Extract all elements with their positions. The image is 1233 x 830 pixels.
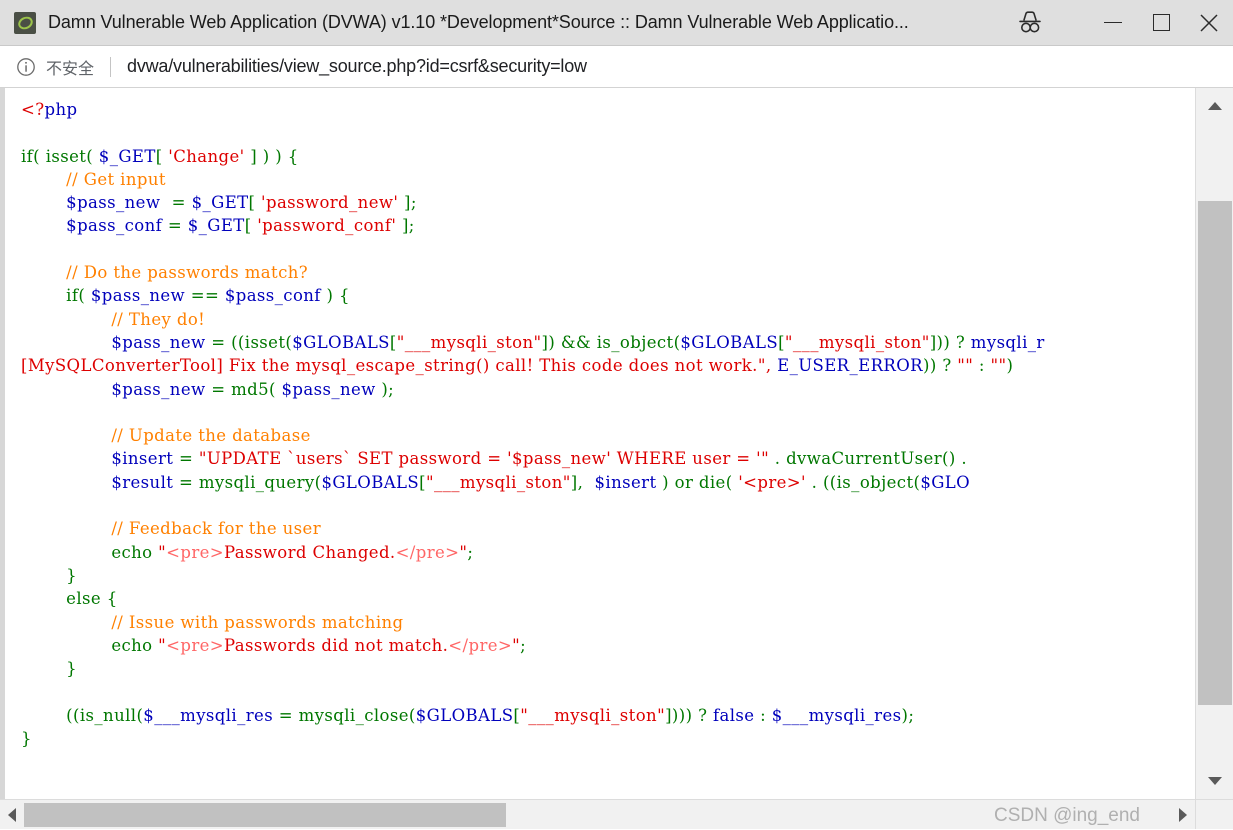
maximize-button[interactable] bbox=[1137, 0, 1185, 46]
info-circle-icon[interactable] bbox=[16, 57, 36, 77]
favicon-ring bbox=[16, 14, 35, 31]
incognito-icon[interactable] bbox=[1007, 0, 1053, 46]
dvwa-favicon bbox=[14, 12, 36, 34]
scroll-left-arrow[interactable] bbox=[0, 800, 24, 830]
address-bar[interactable]: 不安全 dvwa/vulnerabilities/view_source.php… bbox=[0, 46, 1233, 88]
vertical-scroll-track[interactable] bbox=[1196, 124, 1233, 763]
address-bar-divider bbox=[110, 57, 111, 77]
scroll-up-arrow[interactable] bbox=[1196, 88, 1233, 124]
horizontal-scroll-track[interactable] bbox=[24, 800, 1171, 830]
horizontal-scrollbar[interactable]: CSDN @ing_end bbox=[0, 799, 1195, 829]
php-source-code: <?php if( isset( $_GET[ 'Change' ] ) ) {… bbox=[5, 88, 1045, 799]
close-icon bbox=[1199, 13, 1219, 33]
vertical-scroll-thumb[interactable] bbox=[1198, 201, 1232, 706]
code-frame: <?php if( isset( $_GET[ 'Change' ] ) ) {… bbox=[0, 88, 1195, 799]
horizontal-scroll-thumb[interactable] bbox=[24, 803, 506, 827]
code-viewport: <?php if( isset( $_GET[ 'Change' ] ) ) {… bbox=[0, 88, 1195, 799]
minimize-button[interactable] bbox=[1089, 0, 1137, 46]
bottom-scroll-row: CSDN @ing_end bbox=[0, 799, 1233, 829]
scroll-down-arrow[interactable] bbox=[1196, 763, 1233, 799]
vertical-scrollbar[interactable] bbox=[1195, 88, 1233, 799]
maximize-icon bbox=[1153, 14, 1170, 31]
url-text[interactable]: dvwa/vulnerabilities/view_source.php?id=… bbox=[127, 56, 1233, 77]
window-title: Damn Vulnerable Web Application (DVWA) v… bbox=[48, 12, 1007, 33]
security-status-label: 不安全 bbox=[46, 55, 94, 79]
close-button[interactable] bbox=[1185, 0, 1233, 46]
title-bar: Damn Vulnerable Web Application (DVWA) v… bbox=[0, 0, 1233, 46]
window-controls bbox=[1007, 0, 1233, 46]
page-content: <?php if( isset( $_GET[ 'Change' ] ) ) {… bbox=[0, 88, 1233, 799]
scroll-right-arrow[interactable] bbox=[1171, 800, 1195, 830]
browser-window: Damn Vulnerable Web Application (DVWA) v… bbox=[0, 0, 1233, 829]
scrollbar-corner bbox=[1195, 799, 1233, 829]
minimize-icon bbox=[1104, 22, 1122, 23]
